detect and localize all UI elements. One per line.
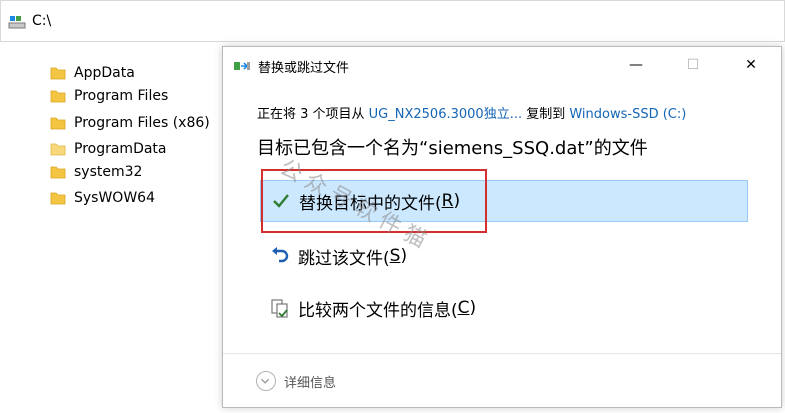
- copy-middle: 复制到: [522, 107, 570, 122]
- address-bar[interactable]: C:\: [0, 0, 785, 42]
- skip-option-suffix: ): [400, 246, 408, 266]
- folder-icon: [50, 143, 66, 156]
- details-toggle[interactable]: 详细信息: [256, 371, 336, 391]
- conflict-headline: 目标已包含一个名为“siemens_SSQ.dat”的文件: [257, 138, 648, 159]
- tree-item-label: Program Files (x86): [74, 115, 210, 131]
- tree-item-label: SysWOW64: [74, 190, 155, 206]
- tree-item-system32[interactable]: system32: [50, 161, 142, 183]
- details-label: 详细信息: [284, 375, 337, 391]
- copy-status-text: 正在将 3 个项目从 UG_NX2506.3000独立... 复制到 Windo…: [257, 103, 686, 122]
- maximize-button[interactable]: ☐: [678, 53, 708, 77]
- skip-option-label: 跳过该文件(: [298, 248, 390, 269]
- tree-item-program-files[interactable]: Program Files: [50, 85, 168, 107]
- compare-option[interactable]: 比较两个文件的信息(C): [260, 287, 748, 329]
- skip-option-key: S: [389, 246, 401, 266]
- folder-icon: [50, 192, 66, 205]
- replace-or-skip-dialog: 替换或跳过文件 — ☐ ✕ 正在将 3 个项目从 UG_NX2506.3000独…: [222, 46, 782, 408]
- minimize-button[interactable]: —: [621, 53, 651, 77]
- tree-item-label: ProgramData: [74, 141, 167, 157]
- compare-option-label: 比较两个文件的信息(: [298, 300, 458, 321]
- copy-prefix: 正在将 3 个项目从: [257, 107, 369, 122]
- tree-item-syswow64[interactable]: SysWOW64: [50, 187, 155, 209]
- footer-divider: [223, 353, 781, 354]
- compare-option-key: C: [457, 298, 470, 318]
- tree-item-programdata[interactable]: ProgramData: [50, 138, 167, 160]
- tree-item-label: AppData: [74, 65, 135, 81]
- compare-option-suffix: ): [469, 298, 477, 318]
- folder-icon: [50, 67, 66, 80]
- dialog-title: 替换或跳过文件: [258, 61, 350, 76]
- tree-item-program-files-x86[interactable]: Program Files (x86): [50, 112, 210, 134]
- drive-icon: [8, 16, 26, 29]
- folder-icon: [50, 90, 66, 103]
- tree-item-label: system32: [74, 164, 143, 180]
- copy-destination-link[interactable]: Windows-SSD (C:): [569, 107, 686, 122]
- file-transfer-icon: [234, 62, 250, 70]
- chevron-down-icon: [256, 371, 276, 391]
- compare-files-icon: [271, 299, 288, 318]
- folder-icon: [50, 166, 66, 179]
- skip-option[interactable]: 跳过该文件(S): [260, 235, 748, 277]
- highlight-annotation-box: [261, 169, 487, 233]
- folder-icon: [50, 117, 66, 130]
- undo-arrow-icon: [272, 247, 289, 263]
- tree-item-label: Program Files: [74, 88, 169, 104]
- address-path: C:\: [32, 13, 52, 29]
- close-button[interactable]: ✕: [736, 53, 766, 77]
- tree-item-appdata[interactable]: AppData: [50, 62, 135, 84]
- copy-source-link[interactable]: UG_NX2506.3000独立...: [369, 107, 522, 122]
